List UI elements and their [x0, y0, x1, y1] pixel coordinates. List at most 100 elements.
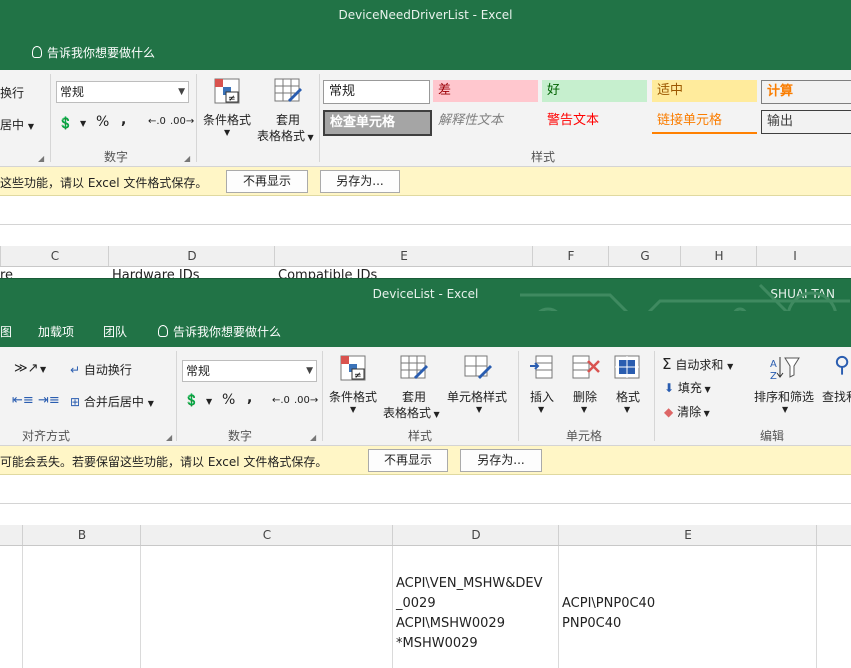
style-check-cell[interactable]: 检查单元格 [323, 110, 432, 136]
style-warning[interactable]: 警告文本 [542, 110, 647, 132]
wrap-text-button[interactable]: 换行 [0, 84, 24, 101]
column-header[interactable]: C [140, 525, 393, 545]
dont-show-again-button[interactable]: 不再显示 [368, 449, 448, 472]
ribbon: 换行 居中 ▼ ◢ 常规 ▼ 💲 ▼ % , ←.0 .00→ 数字 ◢ ≠ 条件… [0, 70, 851, 167]
tab-partial[interactable]: 图 [0, 323, 12, 340]
chevron-down-icon: ▼ [224, 128, 231, 137]
style-calculation[interactable]: 计算 [761, 80, 851, 104]
cell-d[interactable]: ACPI\VEN_MSHW&DEV _0029 ACPI\MSHW0029 *M… [396, 574, 542, 654]
comma-button[interactable]: , [247, 390, 252, 406]
group-label-alignment: 对齐方式 [22, 429, 71, 443]
column-header[interactable]: H [680, 246, 757, 266]
chevron-down-icon: ▼ [624, 405, 631, 414]
tell-me-search[interactable]: 告诉我你想要做什么 [158, 323, 281, 340]
format-as-table-button[interactable]: 表格格式 ▼ [257, 127, 314, 144]
tab-team[interactable]: 团队 [103, 323, 127, 340]
fill-button[interactable]: ⬇ 填充 ▼ [664, 379, 711, 396]
dialog-launcher-icon[interactable]: ◢ [184, 154, 190, 163]
tab-bar: 图 加载项 团队 告诉我你想要做什么 [0, 311, 851, 347]
style-explanatory[interactable]: 解释性文本 [433, 110, 538, 132]
increase-decimal-icon[interactable]: ←.0 [272, 395, 290, 406]
increase-indent-icon[interactable]: ⇥≡ [38, 393, 60, 408]
chevron-down-icon: ▼ [727, 362, 734, 371]
wrap-text-icon: ↵ [70, 363, 81, 377]
formula-bar[interactable] [0, 196, 851, 225]
chevron-down-icon: ▼ [178, 87, 185, 97]
tell-me-search[interactable]: 告诉我你想要做什么 [32, 44, 155, 61]
increase-decimal-icon[interactable]: ←.0 [148, 116, 166, 127]
cell-styles-button[interactable]: 单元格样式 [447, 388, 507, 405]
column-header[interactable]: D [392, 525, 559, 545]
format-as-table-label-1[interactable]: 套用 [276, 111, 300, 128]
sigma-icon: Σ [662, 355, 672, 373]
tab-addins[interactable]: 加载项 [38, 323, 74, 340]
save-as-button[interactable]: 另存为... [320, 170, 400, 193]
merge-center-button[interactable]: ⊞ 合并后居中 ▼ [70, 393, 154, 410]
format-as-table-label-1[interactable]: 套用 [402, 388, 426, 405]
column-headers: B C D E [0, 525, 851, 546]
column-header[interactable]: D [108, 246, 275, 266]
chevron-down-icon[interactable]: ▼ [80, 119, 86, 128]
style-normal[interactable]: 常规 [323, 80, 430, 104]
group-label-editing: 编辑 [760, 429, 785, 443]
decrease-decimal-icon[interactable]: .00→ [170, 116, 194, 127]
wrap-text-button[interactable]: ↵ 自动换行 [70, 361, 132, 378]
chevron-down-icon: ▼ [782, 405, 789, 414]
message-text: 这些功能，请以 Excel 文件格式保存。 [0, 176, 208, 190]
cell-e[interactable]: ACPI\PNP0C40 PNP0C40 [562, 594, 655, 634]
autosum-button[interactable]: Σ 自动求和 ▼ [662, 355, 733, 373]
chevron-down-icon: ▼ [305, 133, 314, 142]
dialog-launcher-icon[interactable]: ◢ [310, 433, 316, 442]
window-title: DeviceList - Excel [372, 287, 479, 301]
style-good[interactable]: 好 [542, 80, 647, 102]
comma-button[interactable]: , [121, 112, 126, 128]
orientation-icon[interactable]: ≫↗ [14, 361, 39, 376]
dialog-launcher-icon[interactable]: ◢ [38, 154, 44, 163]
decrease-indent-icon[interactable]: ⇤≡ [12, 393, 34, 408]
style-neutral[interactable]: 适中 [652, 80, 757, 102]
percent-button[interactable]: % [222, 392, 235, 408]
column-header[interactable]: E [558, 525, 817, 545]
formula-bar[interactable] [0, 475, 851, 504]
fill-down-icon: ⬇ [664, 381, 675, 395]
format-as-table-button[interactable]: 表格格式 ▼ [383, 404, 440, 421]
number-format-select[interactable]: 常规 ▼ [182, 360, 317, 382]
save-as-button[interactable]: 另存为... [460, 449, 542, 472]
column-header[interactable]: C [0, 246, 109, 266]
style-linked-cell[interactable]: 链接单元格 [652, 110, 757, 134]
chevron-down-icon: ▼ [40, 365, 47, 374]
column-header[interactable]: G [608, 246, 681, 266]
sort-filter-button[interactable]: 排序和筛选 [754, 388, 814, 405]
column-header[interactable]: F [532, 246, 609, 266]
conditional-format-button[interactable]: 条件格式 [329, 388, 377, 405]
insert-cells-icon [530, 355, 556, 381]
number-format-select[interactable]: 常规 ▼ [56, 81, 189, 103]
currency-icon[interactable]: 💲 [184, 393, 199, 407]
column-header[interactable]: E [274, 246, 533, 266]
svg-text:A: A [770, 359, 777, 370]
decrease-decimal-icon[interactable]: .00→ [294, 395, 318, 406]
column-header[interactable]: I [756, 246, 833, 266]
insert-button[interactable]: 插入 [530, 388, 554, 405]
delete-button[interactable]: 删除 [573, 388, 597, 405]
merge-icon: ⊞ [70, 395, 81, 409]
column-header[interactable]: B [22, 525, 141, 545]
style-output[interactable]: 输出 [761, 110, 851, 134]
percent-button[interactable]: % [96, 114, 109, 130]
delete-cells-icon [572, 355, 600, 381]
style-bad[interactable]: 差 [433, 80, 538, 102]
chevron-down-icon: ▼ [538, 405, 545, 414]
group-label-cells: 单元格 [566, 429, 603, 443]
dont-show-again-button[interactable]: 不再显示 [226, 170, 308, 193]
tab-bar: 告诉我你想要做什么 [0, 34, 851, 70]
sheet-grid[interactable]: ACPI\VEN_MSHW&DEV _0029 ACPI\MSHW0029 *M… [0, 546, 851, 668]
currency-icon[interactable]: 💲 [58, 116, 73, 130]
find-select-button[interactable]: 查找和 [822, 388, 851, 405]
format-button[interactable]: 格式 [616, 388, 640, 405]
chevron-down-icon[interactable]: ▼ [206, 397, 212, 406]
merge-center-button[interactable]: 居中 ▼ [0, 116, 34, 133]
clear-button[interactable]: ◆ 清除 ▼ [664, 403, 710, 420]
group-label-styles: 样式 [408, 429, 433, 443]
conditional-format-button[interactable]: 条件格式 [203, 111, 251, 128]
dialog-launcher-icon[interactable]: ◢ [166, 433, 172, 442]
